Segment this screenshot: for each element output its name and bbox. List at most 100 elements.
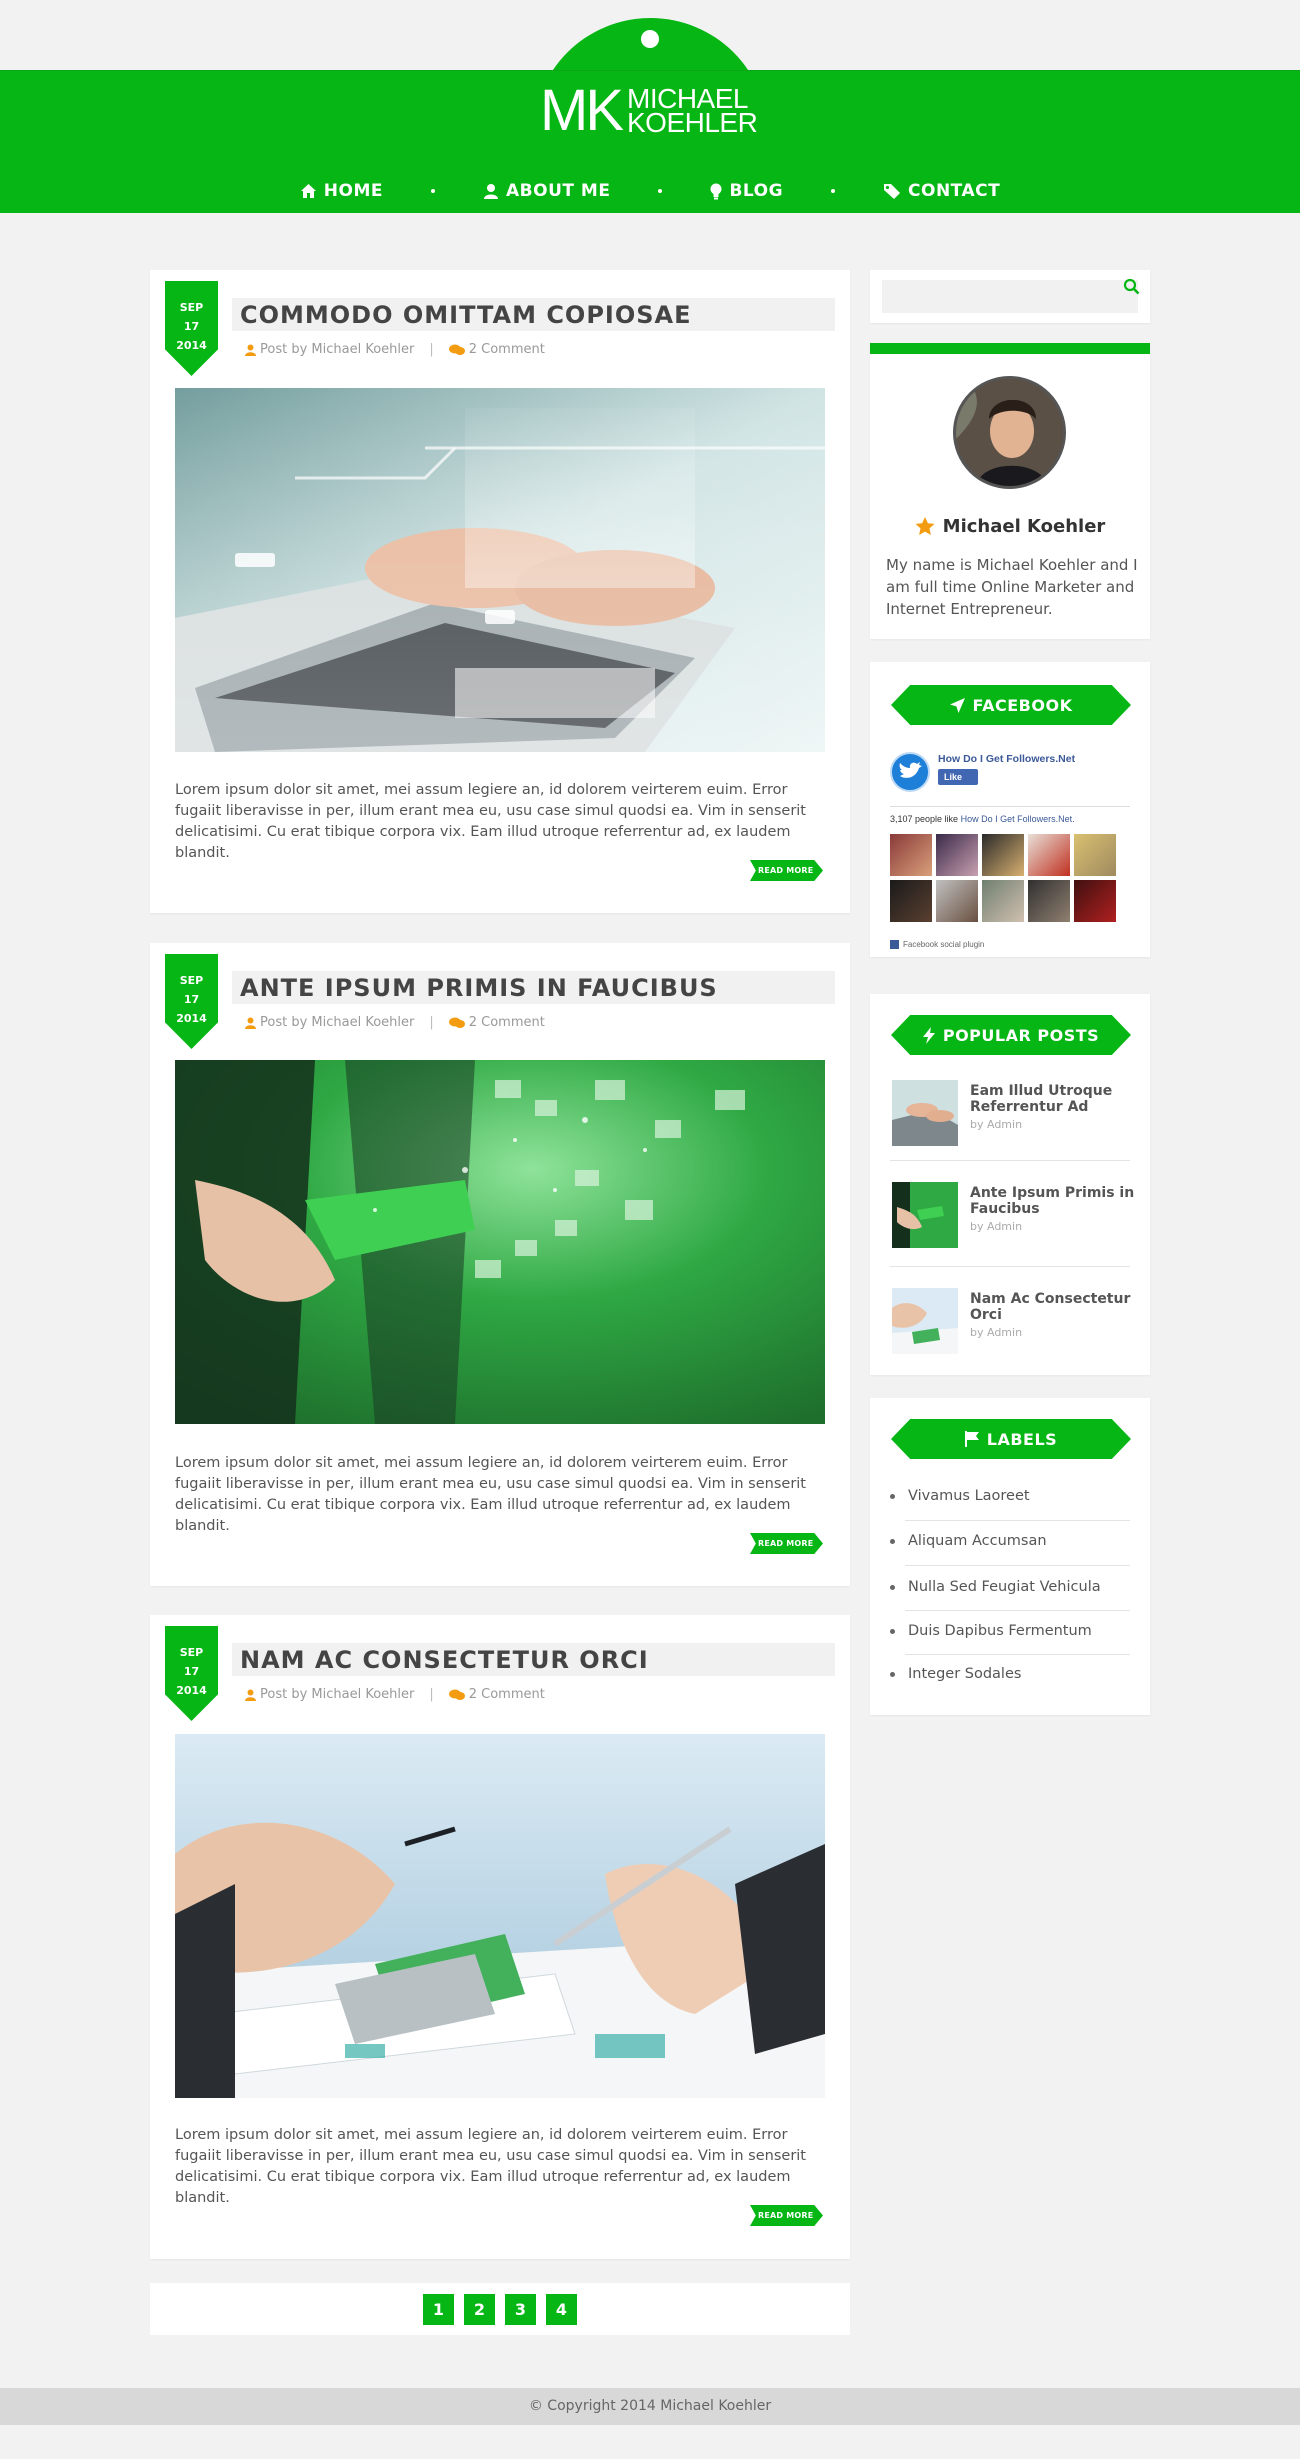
search-widget [870, 270, 1150, 323]
search-icon[interactable] [1123, 278, 1140, 299]
read-more-button[interactable]: READ MORE [750, 2205, 823, 2226]
popular-post-title: Eam Illud Utroque Referrentur Ad [970, 1083, 1113, 1115]
date-ribbon: SEP 17 2014 [165, 954, 218, 1049]
date-month: SEP [179, 1646, 204, 1659]
site-footer: © Copyright 2014 Michael Koehler [0, 2388, 1300, 2425]
label-link[interactable]: Integer Sodales [890, 1652, 1130, 1696]
date-day: 17 [183, 993, 200, 1006]
label-link[interactable]: Duis Dapibus Fermentum [890, 1609, 1130, 1653]
popular-post-title: Ante Ipsum Primis in Faucibus [970, 1185, 1135, 1217]
post-excerpt: Lorem ipsum dolor sit amet, mei assum le… [175, 2127, 806, 2206]
popular-post-item[interactable]: Eam Illud Utroque Referrentur Ad by Admi… [890, 1080, 1130, 1170]
about-widget: Michael Koehler My name is Michael Koehl… [870, 343, 1150, 639]
facebook-fan-avatar[interactable] [890, 834, 932, 876]
popular-divider [890, 1160, 1130, 1161]
calculator-documents-photo[interactable] [175, 1734, 825, 2098]
meta-separator: | [429, 342, 434, 357]
facebook-fan-avatar[interactable] [1074, 880, 1116, 922]
nav-separator [831, 189, 836, 193]
post-card: SEP 17 2014 NAM AC CONSECTETUR ORCI Post… [150, 1615, 850, 2259]
laptop-typing-photo[interactable] [175, 388, 825, 752]
user-icon [484, 184, 499, 199]
label-text: Aliquam Accumsan [908, 1533, 1047, 1549]
bullet-icon [890, 1538, 895, 1544]
facebook-count-text: 3,107 people like [890, 814, 959, 824]
nav-about-label: ABOUT ME [506, 181, 611, 201]
meta-separator: | [429, 1687, 434, 1702]
logo-initials: MK [540, 78, 624, 143]
label-link[interactable]: Nulla Sed Feugiat Vehicula [890, 1565, 1130, 1609]
label-link[interactable]: Aliquam Accumsan [890, 1519, 1130, 1563]
facebook-count: 3,107 people like How Do I Get Followers… [890, 814, 1075, 824]
pagination: 1 2 3 4 [150, 2283, 850, 2335]
facebook-fan-avatar[interactable] [890, 880, 932, 922]
post-comments[interactable]: 2 Comment [469, 1687, 545, 1702]
post-card: SEP 17 2014 ANTE IPSUM PRIMIS IN FAUCIBU… [150, 943, 850, 1586]
bullet-icon [890, 1493, 895, 1499]
nav-about[interactable]: ABOUT ME [483, 181, 610, 201]
main-nav: HOME ABOUT ME BLOG CONTACT [0, 171, 1300, 211]
post-title[interactable]: ANTE IPSUM PRIMIS IN FAUCIBUS [240, 973, 718, 1003]
nav-home-label: HOME [323, 181, 384, 201]
nav-contact[interactable]: CONTACT [883, 181, 1000, 201]
search-input[interactable] [882, 280, 1138, 313]
post-meta: Post by Michael Koehler | 2 Comment [245, 1687, 545, 1702]
logo-name: MICHAEL KOEHLER [627, 85, 758, 137]
facebook-title-text: FACEBOOK [972, 695, 1073, 715]
popular-posts-title: POPULAR POSTS [891, 1015, 1131, 1055]
facebook-fan-avatar[interactable] [982, 880, 1024, 922]
labels-widget: LABELS Vivamus Laoreet Aliquam Accumsan … [870, 1398, 1150, 1715]
bullet-icon [890, 1628, 895, 1634]
labels-title-text: LABELS [986, 1429, 1058, 1449]
date-day: 17 [183, 320, 200, 333]
page-button-3[interactable]: 3 [505, 2293, 536, 2325]
nav-blog[interactable]: BLOG [710, 181, 783, 201]
popular-post-author: by Admin [970, 1326, 1023, 1339]
facebook-page-name[interactable]: How Do I Get Followers.Net [938, 753, 1075, 765]
read-more-button[interactable]: READ MORE [750, 860, 823, 881]
nav-blog-label: BLOG [729, 181, 784, 201]
date-ribbon: SEP 17 2014 [165, 1626, 218, 1721]
post-meta: Post by Michael Koehler | 2 Comment [245, 342, 545, 357]
facebook-fan-avatar[interactable] [1028, 880, 1070, 922]
post-title[interactable]: NAM AC CONSECTETUR ORCI [240, 1645, 649, 1675]
facebook-fan-avatar[interactable] [982, 834, 1024, 876]
date-year: 2014 [176, 1684, 207, 1697]
post-comments[interactable]: 2 Comment [469, 1015, 545, 1030]
popular-post-author: by Admin [970, 1118, 1023, 1131]
popular-post-thumb [892, 1080, 958, 1146]
date-ribbon: SEP 17 2014 [165, 281, 218, 376]
author-icon [245, 1017, 256, 1029]
label-link[interactable]: Vivamus Laoreet [890, 1474, 1130, 1518]
facebook-fan-avatar[interactable] [1028, 834, 1070, 876]
popular-post-item[interactable]: Ante Ipsum Primis in Faucibus by Admin [890, 1182, 1134, 1272]
label-text: Integer Sodales [908, 1666, 1022, 1682]
post-title[interactable]: COMMODO OMITTAM COPIOSAE [240, 300, 692, 330]
facebook-faces [890, 834, 1130, 922]
about-bio: My name is Michael Koehler and I am full… [886, 556, 1138, 618]
facebook-fan-avatar[interactable] [936, 834, 978, 876]
nav-separator [658, 189, 663, 193]
lightbulb-icon [710, 183, 722, 199]
facebook-like-button[interactable]: Like [938, 769, 978, 785]
handshake-digital-photo[interactable] [175, 1060, 825, 1424]
site-logo[interactable]: MK MICHAEL KOEHLER [540, 78, 770, 143]
page-button-4[interactable]: 4 [546, 2293, 577, 2325]
read-more-button[interactable]: READ MORE [750, 1533, 823, 1554]
page-button-2[interactable]: 2 [464, 2293, 495, 2325]
post-comments[interactable]: 2 Comment [469, 342, 545, 357]
popular-divider [890, 1266, 1130, 1267]
nav-home[interactable]: HOME [300, 181, 383, 201]
popular-title-text: POPULAR POSTS [942, 1025, 1100, 1045]
about-name-text: Michael Koehler [942, 516, 1106, 537]
date-month: SEP [179, 301, 204, 314]
page-button-1[interactable]: 1 [423, 2293, 454, 2325]
facebook-widget-title: FACEBOOK [891, 685, 1131, 725]
popular-post-item[interactable]: Nam Ac Consectetur Orci by Admin [890, 1288, 1130, 1378]
facebook-fan-avatar[interactable] [1074, 834, 1116, 876]
post-author: Post by Michael Koehler [260, 342, 415, 357]
copyright-text: © Copyright 2014 Michael Koehler [528, 2398, 772, 2414]
facebook-count-page[interactable]: How Do I Get Followers.Net. [961, 814, 1075, 824]
avatar [953, 376, 1066, 489]
facebook-fan-avatar[interactable] [936, 880, 978, 922]
